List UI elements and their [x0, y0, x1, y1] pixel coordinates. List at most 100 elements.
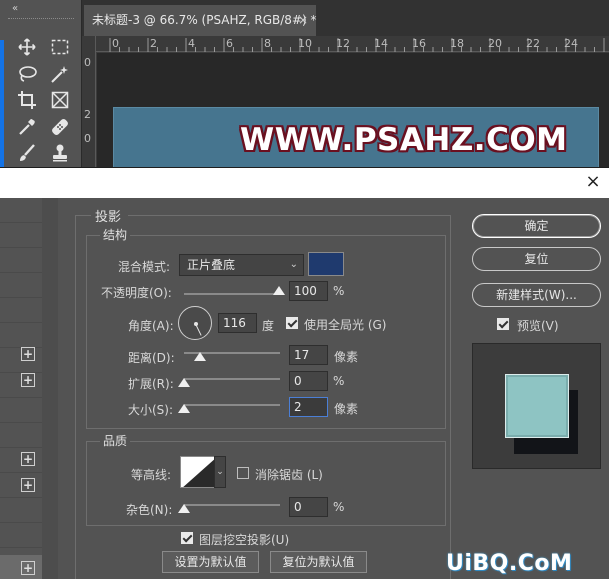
list-item[interactable]: [0, 223, 42, 248]
angle-dial[interactable]: [178, 306, 212, 340]
distance-input[interactable]: 17: [289, 345, 328, 365]
list-item[interactable]: [0, 198, 42, 223]
chevron-down-icon: ⌄: [216, 467, 224, 477]
close-icon[interactable]: ×: [583, 172, 603, 192]
noise-input[interactable]: 0: [289, 497, 328, 517]
angle-label: 角度(A):: [128, 319, 174, 333]
ruler-tick: 22: [526, 37, 540, 50]
reset-button[interactable]: 复位: [472, 247, 601, 271]
close-tab-icon[interactable]: ×: [298, 5, 308, 36]
ok-button[interactable]: 确定: [472, 214, 601, 238]
list-item[interactable]: [0, 273, 42, 298]
document-tab-bar: 未标题-3 @ 66.7% (PSAHZ, RGB/8#) * ×: [82, 0, 609, 36]
add-effect-button[interactable]: +: [21, 478, 35, 492]
document-tab[interactable]: 未标题-3 @ 66.7% (PSAHZ, RGB/8#) * ×: [84, 5, 316, 36]
list-scrollbar[interactable]: [42, 198, 58, 579]
blend-mode-select[interactable]: 正片叠底 ⌄: [179, 254, 304, 276]
eyedropper-icon[interactable]: [16, 116, 38, 138]
ruler-tick: 12: [336, 37, 350, 50]
antialias-checkbox[interactable]: [237, 467, 249, 479]
list-item[interactable]: [0, 398, 42, 423]
global-light-label: 使用全局光 (G): [304, 318, 387, 332]
structure-title: 结构: [100, 226, 131, 243]
reset-default-button[interactable]: 复位为默认值: [270, 551, 367, 573]
ruler-tick: 0: [84, 56, 91, 69]
contour-dropdown[interactable]: ⌄: [214, 456, 226, 488]
opacity-slider-thumb[interactable]: [273, 286, 285, 295]
noise-label: 杂色(N):: [126, 503, 173, 517]
spread-label: 扩展(R):: [128, 377, 174, 391]
divider: [75, 215, 91, 216]
add-effect-button[interactable]: +: [21, 373, 35, 387]
tools-panel: «: [0, 0, 82, 167]
noise-slider-track[interactable]: [184, 504, 280, 506]
ruler-tick: 14: [374, 37, 388, 50]
layer-style-dialog: × + + + + + 投影 结构 混合模式: 正片叠底 ⌄ 不透明度(O): …: [0, 167, 609, 579]
divider: [75, 215, 76, 579]
size-slider-thumb[interactable]: [178, 404, 190, 413]
spread-slider-thumb[interactable]: [178, 378, 190, 387]
ruler-tick: 8: [264, 37, 271, 50]
noise-slider-thumb[interactable]: [178, 504, 190, 513]
canvas-text-layer[interactable]: WWW.PSAHZ.COM: [240, 122, 568, 158]
move-icon[interactable]: [16, 36, 38, 58]
list-item[interactable]: [0, 298, 42, 323]
spread-slider-track[interactable]: [184, 378, 280, 380]
size-unit: 像素: [334, 402, 359, 416]
distance-slider-thumb[interactable]: [194, 352, 206, 361]
divider: [128, 215, 450, 216]
stamp-icon[interactable]: [49, 142, 71, 164]
magic-wand-icon[interactable]: [49, 63, 71, 85]
panel-grip[interactable]: [8, 18, 74, 21]
spread-unit: %: [333, 374, 345, 388]
antialias-label: 消除锯齿 (L): [255, 468, 323, 482]
quality-title: 品质: [100, 432, 131, 449]
preview-label: 预览(V): [517, 319, 559, 333]
add-effect-button[interactable]: +: [21, 452, 35, 466]
angle-input[interactable]: 116: [218, 313, 257, 333]
add-effect-button[interactable]: +: [21, 347, 35, 361]
ruler-tick: 16: [412, 37, 426, 50]
lasso-icon[interactable]: [16, 63, 38, 85]
opacity-input[interactable]: 100: [289, 281, 328, 301]
size-slider-track[interactable]: [184, 404, 280, 406]
contour-picker[interactable]: [180, 456, 216, 488]
list-item[interactable]: [0, 523, 42, 548]
dialog-titlebar[interactable]: ×: [0, 168, 609, 198]
preview-checkbox[interactable]: [497, 318, 509, 330]
spread-input[interactable]: 0: [289, 371, 328, 391]
add-effect-button[interactable]: +: [21, 561, 35, 575]
new-style-button[interactable]: 新建样式(W)...: [472, 283, 601, 307]
photoshop-workspace: « 未标题-3 @ 66.7% (PSAHZ, RGB/8#) * × 0 2 …: [0, 0, 609, 167]
knockout-label: 图层挖空投影(U): [199, 533, 290, 547]
blend-mode-value: 正片叠底: [187, 258, 236, 272]
list-item[interactable]: [0, 248, 42, 273]
size-label: 大小(S):: [128, 403, 174, 417]
drop-shadow-title: 投影: [95, 210, 122, 225]
size-input[interactable]: 2: [289, 397, 328, 417]
healing-icon[interactable]: [49, 116, 71, 138]
global-light-checkbox[interactable]: [286, 317, 298, 329]
knockout-checkbox[interactable]: [181, 532, 193, 544]
list-item[interactable]: [0, 423, 42, 448]
noise-unit: %: [333, 500, 345, 514]
contour-label: 等高线:: [131, 468, 172, 482]
frame-icon[interactable]: [49, 89, 71, 111]
marquee-icon[interactable]: [49, 36, 71, 58]
angle-unit: 度: [262, 319, 275, 333]
opacity-unit: %: [333, 284, 345, 298]
opacity-slider-track[interactable]: [184, 293, 280, 295]
horizontal-ruler[interactable]: 0 2 4 6 8 10 12 14 16 18 20 22 24: [96, 36, 609, 52]
brush-icon[interactable]: [16, 142, 38, 164]
collapse-panel-button[interactable]: «: [12, 3, 18, 14]
make-default-button[interactable]: 设置为默认值: [162, 551, 259, 573]
shadow-color-swatch[interactable]: [308, 252, 344, 276]
ruler-tick: 10: [298, 37, 312, 50]
distance-label: 距离(D):: [128, 351, 175, 365]
list-item[interactable]: [0, 323, 42, 348]
list-item[interactable]: [0, 498, 42, 523]
vertical-ruler[interactable]: 0 2 0 2: [82, 36, 96, 167]
crop-icon[interactable]: [16, 89, 38, 111]
distance-unit: 像素: [334, 350, 359, 364]
ruler-tick: 24: [564, 37, 578, 50]
